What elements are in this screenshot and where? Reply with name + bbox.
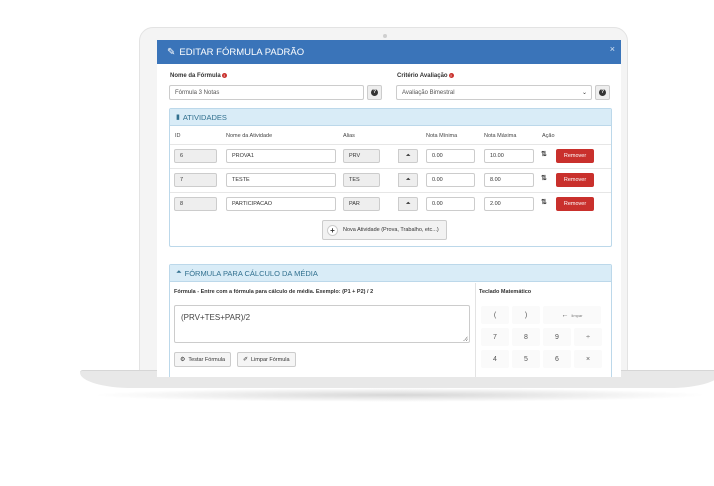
limpar-formula-button[interactable]: ✐ Limpar Fórmula [237, 352, 296, 367]
row-nome-input[interactable]: TESTE [226, 173, 336, 187]
key-divide[interactable]: ÷ [574, 328, 602, 346]
flask-icon[interactable]: ⏶ [398, 173, 418, 187]
nome-formula-input[interactable]: Fórmula 3 Notas [169, 85, 364, 100]
close-button[interactable]: × [610, 44, 615, 54]
key-open-paren[interactable]: ( [481, 306, 509, 324]
criterio-label: Critério Avaliação! [397, 73, 454, 80]
key-5[interactable]: 5 [512, 350, 540, 368]
col-id: ID [175, 133, 181, 139]
row-max-input[interactable]: 2.00 [484, 197, 534, 211]
arrow-left-icon: ← [561, 311, 569, 319]
formula-header: ⏶ FÓRMULA PARA CÁLCULO DA MÉDIA [170, 265, 611, 282]
row-nome-input[interactable]: PARTICIPACAO [226, 197, 336, 211]
testar-formula-button[interactable]: ⚙ Testar Fórmula [174, 352, 232, 367]
row-alias-input[interactable]: PRV [343, 149, 380, 163]
criterio-select[interactable]: Avaliação Bimestral ⌄ [396, 85, 592, 100]
col-acao: Ação [542, 133, 555, 139]
pencil-icon: ✎ [167, 46, 176, 58]
nome-help-button[interactable]: ? [367, 85, 382, 100]
remover-button[interactable]: Remover [556, 197, 594, 211]
row-alias-input[interactable]: TES [343, 173, 380, 187]
divider [170, 168, 611, 169]
gear-icon: ⚙ [180, 357, 186, 363]
atividades-panel: ▮ ATIVIDADES ID Nome da Atividade Alias … [169, 108, 612, 247]
nova-atividade-button[interactable]: + Nova Atividade (Prova, Trabalho, etc..… [322, 220, 447, 240]
remover-button[interactable]: Remover [556, 173, 594, 187]
eraser-icon: ✐ [243, 357, 249, 363]
modal-header: ✎ EDITAR FÓRMULA PADRÃO × [157, 40, 621, 64]
atividades-header: ▮ ATIVIDADES [170, 109, 611, 126]
key-7[interactable]: 7 [481, 328, 509, 346]
question-icon: ? [599, 89, 606, 96]
criterio-help-button[interactable]: ? [595, 85, 610, 100]
camera-dot [383, 34, 387, 38]
laptop-shadow [90, 388, 710, 402]
keypad-label: Teclado Matemático [479, 289, 532, 295]
screen: ✎ EDITAR FÓRMULA PADRÃO × Nome da Fórmul… [157, 40, 621, 377]
row-id: 6 [174, 149, 217, 163]
divider [170, 144, 611, 145]
chevron-down-icon: ⌄ [581, 90, 587, 96]
row-min-input[interactable]: 0.00 [426, 197, 475, 211]
divider [170, 192, 611, 193]
flask-icon: ⏶ [176, 269, 182, 276]
row-max-input[interactable]: 10.00 [484, 149, 534, 163]
nome-formula-label: Nome da Fórmula! [170, 73, 227, 80]
key-4[interactable]: 4 [481, 350, 509, 368]
remover-button[interactable]: Remover [556, 149, 594, 163]
flask-icon[interactable]: ⏶ [398, 197, 418, 211]
formula-panel: ⏶ FÓRMULA PARA CÁLCULO DA MÉDIA Fórmula … [169, 264, 612, 377]
row-min-input[interactable]: 0.00 [426, 149, 475, 163]
row-nome-input[interactable]: PROVA1 [226, 149, 336, 163]
sort-icon[interactable]: ⇅ [541, 174, 547, 182]
key-6[interactable]: 6 [543, 350, 571, 368]
key-9[interactable]: 9 [543, 328, 571, 346]
modal-body: Nome da Fórmula! Fórmula 3 Notas ? Crité… [157, 64, 621, 377]
book-icon: ▮ [176, 114, 180, 121]
divider [475, 283, 476, 377]
col-nota-max: Nota Máxima [484, 133, 517, 139]
key-multiply[interactable]: × [574, 350, 602, 368]
formula-textarea[interactable]: (PRV+TES+PAR)/2 [174, 305, 470, 343]
sort-icon[interactable]: ⇅ [541, 150, 547, 158]
key-backspace[interactable]: ← limpar [543, 306, 601, 324]
modal-title: EDITAR FÓRMULA PADRÃO [179, 46, 305, 58]
sort-icon[interactable]: ⇅ [541, 198, 547, 206]
row-id: 7 [174, 173, 217, 187]
col-nota-min: Nota Mínima [426, 133, 458, 139]
flask-icon[interactable]: ⏶ [398, 149, 418, 163]
row-alias-input[interactable]: PAR [343, 197, 380, 211]
col-alias: Alias [343, 133, 355, 139]
required-icon: ! [221, 73, 227, 78]
plus-icon: + [327, 224, 338, 236]
resize-handle[interactable] [463, 336, 468, 341]
col-nome: Nome da Atividade [226, 133, 273, 139]
row-min-input[interactable]: 0.00 [426, 173, 475, 187]
question-icon: ? [371, 89, 378, 96]
key-8[interactable]: 8 [512, 328, 540, 346]
key-close-paren[interactable]: ) [512, 306, 540, 324]
required-icon: ! [448, 73, 454, 78]
row-id: 8 [174, 197, 217, 211]
formula-label: Fórmula - Entre com a fórmula para cálcu… [174, 289, 374, 295]
row-max-input[interactable]: 8.00 [484, 173, 534, 187]
